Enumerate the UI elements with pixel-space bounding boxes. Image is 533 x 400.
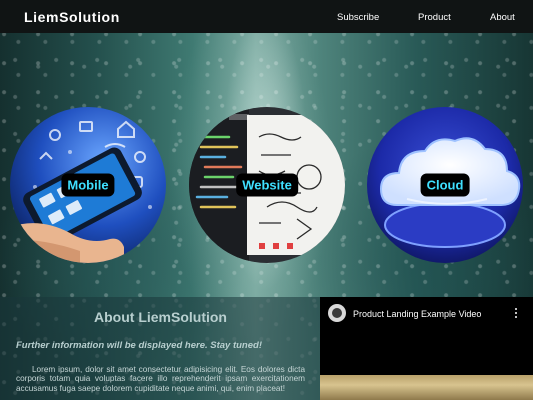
nav-product-link[interactable]: Product — [418, 12, 451, 23]
more-vert-icon[interactable] — [513, 306, 519, 320]
service-cloud-card[interactable]: Cloud — [367, 107, 523, 263]
service-website-card[interactable]: Website — [189, 107, 345, 263]
service-cloud-label: Cloud — [420, 173, 470, 197]
service-mobile-label: Mobile — [61, 173, 115, 197]
about-body-text: Lorem ipsum, dolor sit amet consectetur … — [16, 365, 305, 393]
top-navbar: LiemSolution Subscribe Product About — [0, 0, 533, 33]
video-thumbnail[interactable] — [320, 375, 533, 400]
video-title[interactable]: Product Landing Example Video — [353, 309, 481, 319]
nav-subscribe-link[interactable]: Subscribe — [337, 12, 379, 23]
service-website-label: Website — [236, 173, 298, 197]
service-mobile-card[interactable]: Mobile — [10, 107, 166, 263]
about-subtitle: Further information will be displayed he… — [16, 340, 262, 351]
channel-avatar[interactable] — [328, 304, 346, 322]
nav-about-link[interactable]: About — [490, 12, 515, 23]
brand-logo[interactable]: LiemSolution — [24, 9, 120, 25]
about-section: About LiemSolution Further information w… — [0, 297, 320, 400]
video-embed[interactable]: Product Landing Example Video — [320, 297, 533, 400]
about-title: About LiemSolution — [94, 309, 227, 325]
